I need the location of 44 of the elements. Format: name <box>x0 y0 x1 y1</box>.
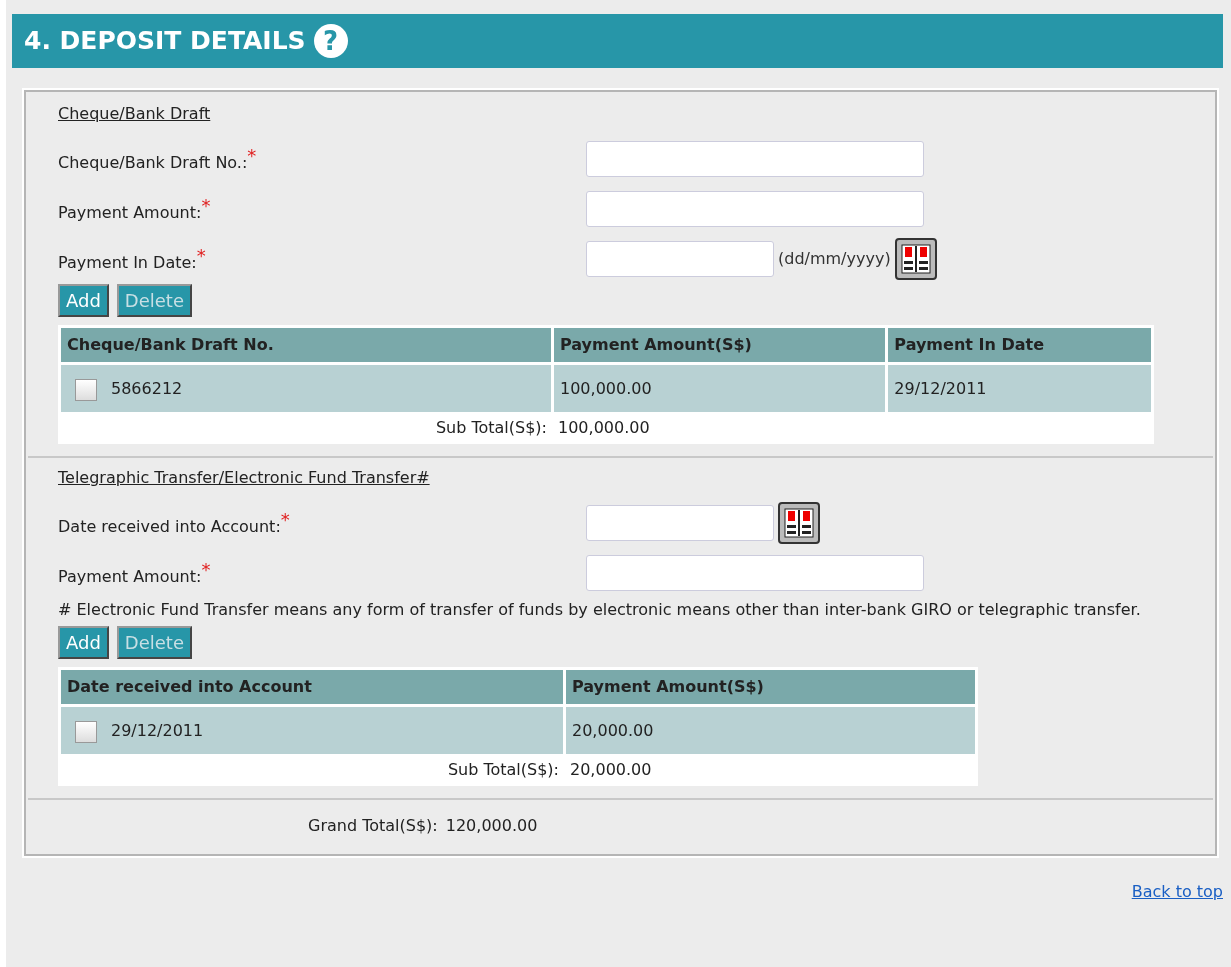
table-cell: 5866212 <box>111 379 183 398</box>
grand-total-label: Grand Total(S$): <box>308 815 438 837</box>
required-mark: * <box>247 145 257 167</box>
table-cell: 100,000.00 <box>554 365 886 412</box>
table-cell: 29/12/2011 <box>111 721 204 740</box>
section-heading: Cheque/Bank Draft <box>58 103 211 125</box>
column-header: Date received into Account <box>61 670 563 704</box>
table-cell: 20,000.00 <box>566 707 975 754</box>
note-text: # Electronic Fund Transfer means any form of transfer of funds by electronic means other than inter-bank GIRO or telegraphic transfer. <box>58 599 1142 621</box>
input-field[interactable] <box>586 555 924 591</box>
field-label: Payment Amount: <box>58 567 202 587</box>
subtotal-value: 20,000.00 <box>570 760 652 779</box>
input-field[interactable] <box>586 141 924 177</box>
checkbox[interactable] <box>75 378 97 401</box>
column-header: Payment Amount(S$) <box>566 670 975 704</box>
column-header: Cheque/Bank Draft No. <box>61 328 551 362</box>
add-button[interactable]: Add <box>58 284 109 317</box>
help-icon[interactable]: ? <box>313 24 348 58</box>
subtotal-value: 100,000.00 <box>558 418 650 437</box>
required-mark: * <box>201 195 211 217</box>
column-header: Payment In Date <box>888 328 1151 362</box>
required-mark: * <box>196 245 206 267</box>
column-header: Payment Amount(S$) <box>554 328 886 362</box>
subtotal-label: Sub Total(S$): <box>447 760 559 779</box>
section-heading: Telegraphic Transfer/Electronic Fund Transfer# <box>58 467 430 489</box>
field-label: Cheque/Bank Draft No.: <box>58 153 248 173</box>
required-mark: * <box>280 509 290 531</box>
checkbox[interactable] <box>75 720 97 743</box>
grand-total-value: 120,000.00 <box>445 815 538 837</box>
subtotal-label: Sub Total(S$): <box>435 418 547 437</box>
add-button[interactable]: Add <box>58 626 109 659</box>
field-label: Payment In Date: <box>58 253 197 273</box>
input-field[interactable] <box>586 191 924 227</box>
date-field[interactable] <box>586 241 774 277</box>
section-title: 4. DEPOSIT DETAILS <box>24 25 306 58</box>
date-field[interactable] <box>586 505 774 541</box>
field-label: Date received into Account: <box>58 517 281 537</box>
calendar-icon[interactable] <box>894 238 937 280</box>
required-mark: * <box>201 559 211 581</box>
calendar-icon[interactable] <box>778 502 820 544</box>
field-label: Payment Amount: <box>58 203 202 223</box>
format-hint: (dd/mm/yyyy) <box>778 248 891 270</box>
table-cell: 29/12/2011 <box>888 365 1151 412</box>
back-to-top-link[interactable]: Back to top <box>1131 882 1223 901</box>
